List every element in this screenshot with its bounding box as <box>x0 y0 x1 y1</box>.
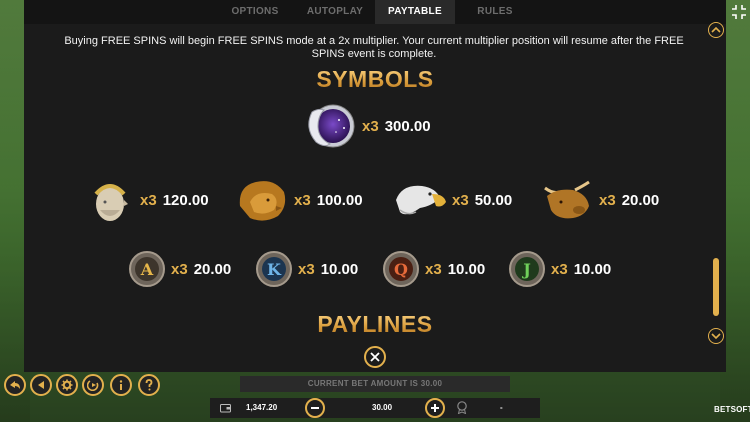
lion-head-icon <box>239 181 286 221</box>
decrease-bet-button[interactable] <box>305 398 325 418</box>
win-medal-icon <box>457 401 467 414</box>
payout-value: 100.00 <box>316 191 363 209</box>
back-arrow-icon <box>10 381 20 389</box>
scrollbar-thumb[interactable] <box>713 258 719 316</box>
letter-q-icon: Q <box>383 251 419 287</box>
gear-icon <box>61 379 73 391</box>
info-icon <box>119 380 123 390</box>
bull-head-icon <box>544 180 590 219</box>
payout-value: 20.00 <box>621 191 660 209</box>
symbol-payout: x3 120.00 <box>140 192 209 209</box>
multiplier-label: x3 <box>425 260 442 278</box>
exit-fullscreen-button[interactable] <box>731 4 747 20</box>
letter-j-icon: J <box>509 251 545 287</box>
free-spins-intro-text: Buying FREE SPINS will begin FREE SPINS … <box>64 35 684 60</box>
multiplier-label: x3 <box>551 260 568 278</box>
previous-button[interactable] <box>30 374 52 396</box>
eagle-head-icon <box>396 185 446 215</box>
symbol-row-k: K x3 10.00 <box>254 250 358 288</box>
multiplier-label: x3 <box>452 191 469 209</box>
scroll-up-button[interactable] <box>708 22 724 38</box>
payout-value: 20.00 <box>193 260 232 278</box>
multiplier-label: x3 <box>362 117 379 135</box>
tab-options[interactable]: OPTIONS <box>215 0 295 24</box>
question-mark-icon <box>145 379 153 391</box>
payout-value: 10.00 <box>573 260 612 278</box>
increase-bet-button[interactable] <box>425 398 445 418</box>
triangle-left-icon <box>38 381 44 389</box>
tab-rules[interactable]: RULES <box>455 0 535 24</box>
settings-button[interactable] <box>56 374 78 396</box>
payout-value: 300.00 <box>384 117 431 135</box>
paytable-panel: OPTIONS AUTOPLAY PAYTABLE RULES Buying F… <box>24 0 726 372</box>
plus-icon <box>431 404 439 412</box>
letter-glyph: Q <box>394 260 408 279</box>
symbol-payout: x3 50.00 <box>452 192 512 209</box>
info-button[interactable] <box>110 374 132 396</box>
symbol-row-a: A x3 20.00 <box>127 250 231 288</box>
multiplier-label: x3 <box>171 260 188 278</box>
symbol-row-bull: x3 20.00 <box>539 176 659 224</box>
letter-glyph: K <box>267 260 282 279</box>
betsoft-logo: BETSOFT <box>714 405 750 414</box>
emperor-head-icon <box>94 184 128 221</box>
symbol-payout: x3 10.00 <box>551 261 611 278</box>
moon-coin-icon <box>308 104 355 148</box>
letter-a-icon: A <box>129 251 165 287</box>
payout-value: 50.00 <box>474 191 513 209</box>
replay-button[interactable] <box>82 374 104 396</box>
symbol-payout: x3 100.00 <box>294 192 363 209</box>
replay-icon <box>87 380 99 391</box>
symbol-row-q: Q x3 10.00 <box>381 250 485 288</box>
symbols-heading: SYMBOLS <box>24 66 726 93</box>
close-button[interactable] <box>364 346 386 368</box>
balance-value: 1,347.20 <box>246 403 278 412</box>
paylines-heading: PAYLINES <box>24 311 726 338</box>
collapse-icon <box>732 5 746 19</box>
tab-autoplay[interactable]: AUTOPLAY <box>295 0 375 24</box>
home-button[interactable] <box>4 374 26 396</box>
symbol-payout: x3 10.00 <box>425 261 485 278</box>
symbol-row-emperor: x3 120.00 <box>84 176 209 224</box>
letter-glyph: J <box>521 260 531 279</box>
multiplier-label: x3 <box>599 191 616 209</box>
tab-paytable[interactable]: PAYTABLE <box>375 0 455 24</box>
payout-value: 10.00 <box>447 260 486 278</box>
symbol-row-eagle: x3 50.00 <box>392 176 512 224</box>
multiplier-label: x3 <box>298 260 315 278</box>
current-bet-banner: CURRENT BET AMOUNT IS 30.00 <box>240 376 510 392</box>
win-value: - <box>500 403 503 412</box>
symbol-payout: x3 20.00 <box>171 261 231 278</box>
help-button[interactable] <box>138 374 160 396</box>
bet-value: 30.00 <box>372 403 393 412</box>
payout-value: 10.00 <box>320 260 359 278</box>
wallet-icon <box>220 404 231 413</box>
close-icon <box>370 352 380 362</box>
letter-k-icon: K <box>256 251 292 287</box>
symbol-payout: x3 20.00 <box>599 192 659 209</box>
chevron-down-icon <box>711 333 721 340</box>
minus-icon <box>311 407 319 409</box>
symbol-payout: x3 300.00 <box>362 118 431 135</box>
symbol-row-moon: x3 300.00 <box>306 102 431 150</box>
letter-glyph: A <box>140 260 154 279</box>
multiplier-label: x3 <box>140 191 157 209</box>
menu-tabs: OPTIONS AUTOPLAY PAYTABLE RULES <box>24 0 726 24</box>
symbol-payout: x3 10.00 <box>298 261 358 278</box>
balance-bet-bar: 1,347.20 30.00 - <box>210 398 540 418</box>
symbol-row-j: J x3 10.00 <box>507 250 611 288</box>
scroll-down-button[interactable] <box>708 328 724 344</box>
symbol-row-lion: x3 100.00 <box>234 176 363 224</box>
chevron-up-icon <box>711 26 721 33</box>
multiplier-label: x3 <box>294 191 311 209</box>
payout-value: 120.00 <box>162 191 209 209</box>
